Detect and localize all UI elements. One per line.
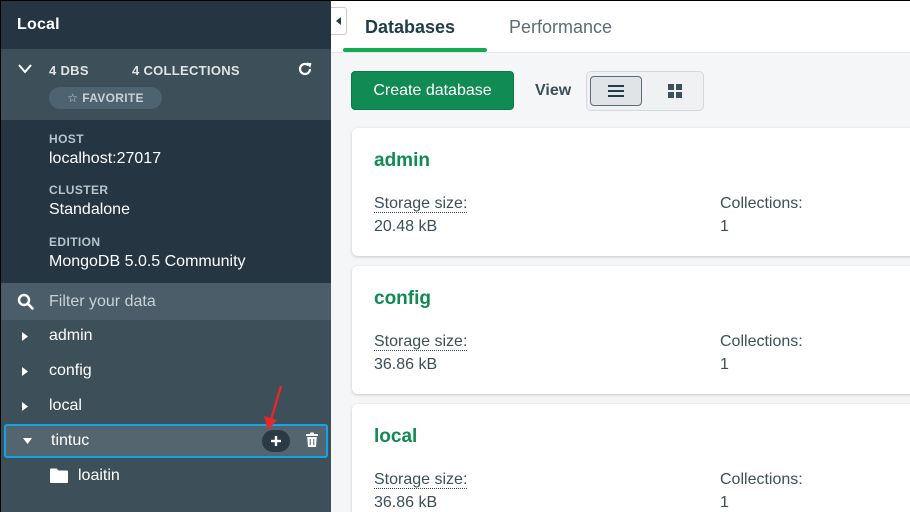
storage-size-value: 36.86 kB (374, 494, 438, 511)
sidebar-collection-label: loaitin (78, 467, 120, 484)
collections-value: 1 (720, 494, 729, 511)
list-icon (608, 85, 624, 97)
active-tab-indicator (343, 48, 487, 52)
database-card-config[interactable]: config Storage size: 36.86 kB Collection… (352, 266, 910, 394)
create-database-button[interactable]: Create database (351, 71, 514, 110)
list-view-button[interactable] (590, 76, 642, 106)
cluster-label: CLUSTER (49, 183, 109, 197)
host-label: HOST (49, 132, 84, 146)
sidebar-db-label: admin (49, 327, 93, 344)
sidebar: Local 4 DBS 4 COLLECTIONS ☆ FAVORITE HOS… (1, 1, 331, 512)
connection-info: HOST localhost:27017 CLUSTER Standalone … (1, 120, 331, 283)
storage-size-label: Storage size: (374, 333, 468, 351)
sidebar-db-label: tintuc (51, 432, 90, 449)
sidebar-db-label: config (49, 362, 92, 379)
trash-icon[interactable] (304, 432, 320, 448)
collections-value: 1 (720, 356, 729, 373)
database-card-local[interactable]: local Storage size: 36.86 kB Collections… (352, 404, 910, 512)
cluster-value: Standalone (49, 201, 130, 218)
refresh-icon[interactable] (297, 61, 313, 77)
database-card-title[interactable]: local (374, 426, 417, 448)
sidebar-collection-loaitin[interactable]: loaitin (1, 459, 331, 493)
sidebar-db-config[interactable]: config (1, 354, 331, 388)
edition-value: MongoDB 5.0.5 Community (49, 253, 246, 270)
database-card-title[interactable]: admin (374, 150, 430, 172)
view-label: View (535, 82, 572, 99)
tab-performance[interactable]: Performance (509, 17, 612, 38)
search-icon (17, 293, 34, 310)
connection-title: Local (1, 1, 331, 49)
sidebar-db-admin[interactable]: admin (1, 319, 331, 353)
storage-size-label: Storage size: (374, 195, 468, 213)
grid-icon (668, 84, 682, 98)
storage-size-label: Storage size: (374, 471, 468, 489)
sidebar-db-label: local (49, 397, 82, 414)
database-card-title[interactable]: config (374, 288, 431, 310)
caret-left-icon (335, 17, 341, 25)
annotation-arrow-icon (264, 385, 283, 430)
view-toggle (586, 71, 704, 111)
collections-value: 1 (720, 218, 729, 235)
caret-right-icon (22, 332, 28, 341)
favorite-label: FAVORITE (82, 91, 144, 105)
caret-right-icon (22, 402, 28, 411)
database-card-admin[interactable]: admin Storage size: 20.48 kB Collections… (352, 128, 910, 256)
grid-view-button[interactable] (649, 76, 701, 106)
edition-label: EDITION (49, 235, 101, 249)
collections-count: 4 COLLECTIONS (132, 63, 240, 78)
storage-size-value: 36.86 kB (374, 356, 438, 373)
collections-label: Collections: (720, 333, 803, 350)
caret-down-icon (23, 438, 32, 444)
folder-icon (50, 468, 68, 483)
collections-label: Collections: (720, 471, 803, 488)
filter-bar (1, 283, 331, 320)
caret-right-icon (22, 367, 28, 376)
main-panel: Databases Performance Create database Vi… (331, 1, 910, 512)
tab-databases[interactable]: Databases (365, 17, 455, 38)
favorite-button[interactable]: ☆ FAVORITE (49, 87, 162, 109)
host-value: localhost:27017 (49, 150, 162, 167)
star-icon: ☆ (67, 91, 79, 105)
chevron-down-icon[interactable] (18, 64, 32, 74)
filter-input[interactable] (49, 292, 309, 312)
collections-label: Collections: (720, 195, 803, 212)
collapse-sidebar-button[interactable] (331, 7, 347, 35)
storage-size-value: 20.48 kB (374, 218, 438, 235)
plus-icon (271, 436, 281, 446)
tab-bar: Databases Performance (331, 1, 910, 53)
dbs-count: 4 DBS (49, 63, 89, 78)
create-collection-button[interactable] (262, 430, 290, 452)
